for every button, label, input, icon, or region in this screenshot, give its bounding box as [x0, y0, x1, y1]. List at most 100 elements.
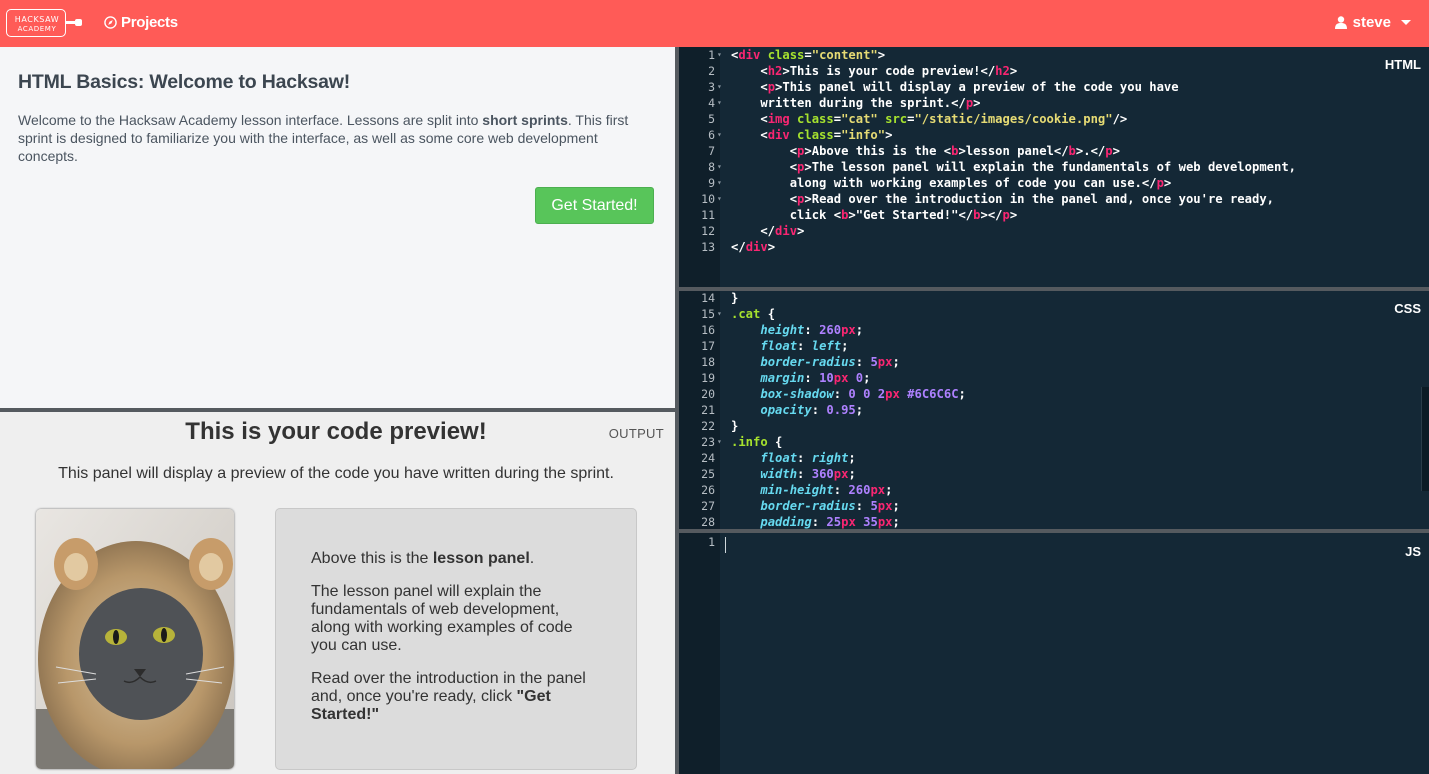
lesson-intro: Welcome to the Hacksaw Academy lesson in…: [18, 111, 638, 165]
code-text: }: [731, 419, 739, 433]
info-p1-text: Above this is the: [311, 550, 433, 567]
code-text: box-shadow: 0 0 2px #6C6C6C;: [760, 387, 966, 401]
line-number: 6: [708, 128, 715, 142]
text-cursor: [725, 537, 726, 553]
output-panel: This is your code preview! OUTPUT This p…: [0, 412, 675, 774]
css-editor-label: CSS: [1394, 301, 1421, 316]
fold-arrow-icon[interactable]: ▾: [717, 191, 722, 207]
line-number: 3: [708, 80, 715, 94]
line-number: 9: [708, 176, 715, 190]
code-text: border-radius: 5px;: [760, 355, 900, 369]
code-text: border-radius: 5px;: [760, 499, 900, 513]
fold-arrow-icon[interactable]: ▾: [717, 47, 722, 63]
logo-line1: HACKSAW: [14, 15, 60, 24]
output-label: OUTPUT: [608, 426, 664, 441]
line-number: 5: [708, 112, 715, 126]
code-text: <h2>This is your code preview!</h2>: [731, 64, 1018, 78]
projects-nav-link[interactable]: Projects: [104, 14, 178, 31]
line-number: 25: [701, 467, 715, 481]
compass-icon: [104, 16, 117, 29]
line-number: 11: [701, 208, 715, 222]
line-number: 27: [701, 499, 715, 513]
code-text: <p>The lesson panel will explain the fun…: [731, 160, 1297, 174]
html-editor[interactable]: 1 ▾ <div class="content"> 2 <h2>This is you…: [679, 47, 1429, 287]
lesson-intro-bold: short sprints: [482, 112, 568, 128]
code-text: margin: 10px 0;: [760, 371, 871, 385]
line-number: 8: [708, 160, 715, 174]
line-number: 15: [701, 307, 715, 321]
code-text: <img class="cat" src="/static/images/coo…: [731, 112, 1128, 126]
code-text: }: [731, 291, 739, 305]
code-text: along with working examples of code you …: [731, 176, 1172, 190]
code-text: width: 360px;: [760, 467, 856, 481]
preview-heading: This is your code preview!: [185, 418, 487, 445]
fold-arrow-icon[interactable]: ▾: [717, 95, 722, 111]
cat-photo-illustration: [36, 509, 234, 769]
line-number: 4: [708, 96, 715, 110]
line-number: 16: [701, 323, 715, 337]
line-number: 24: [701, 451, 715, 465]
line-number: 1: [708, 48, 715, 62]
html-editor-label: HTML: [1384, 57, 1421, 72]
user-menu-dropdown[interactable]: steve: [1334, 14, 1411, 31]
code-text: .info {: [731, 435, 783, 449]
code-text: <div class="info">: [731, 128, 893, 142]
code-text: height: 260px;: [760, 323, 864, 337]
info-paragraph-2: The lesson panel will explain the fundam…: [311, 583, 573, 654]
code-text: written during the sprint.</p>: [731, 96, 981, 110]
fold-arrow-icon[interactable]: ▾: [717, 175, 722, 191]
line-number: 21: [701, 403, 715, 417]
line-number: 13: [701, 240, 715, 254]
info-paragraph-1: Above this is the lesson panel.: [311, 550, 596, 568]
line-number: 19: [701, 371, 715, 385]
user-name: steve: [1352, 14, 1391, 31]
code-text: float: right;: [760, 451, 856, 465]
code-text: <div class="content">: [731, 48, 886, 62]
info-box: Above this is the lesson panel. The less…: [275, 508, 637, 770]
info-p1-bold: lesson panel: [432, 550, 530, 567]
code-text: </div>: [731, 240, 776, 254]
line-number: 23: [701, 435, 715, 449]
info-p1-end: .: [529, 550, 535, 567]
line-number: 10: [701, 192, 715, 206]
info-paragraph-3: Read over the introduction in the panel …: [311, 670, 596, 724]
projects-label: Projects: [121, 14, 178, 31]
fold-arrow-icon[interactable]: ▾: [717, 127, 722, 143]
line-number: 12: [701, 224, 715, 238]
line-number: 28: [701, 515, 715, 529]
code-text: opacity: 0.95;: [760, 403, 864, 417]
css-editor-scrollbar[interactable]: [1421, 387, 1429, 491]
js-editor-label: JS: [1405, 544, 1421, 559]
line-number: 14: [701, 291, 715, 305]
code-text: <p>Read over the introduction in the pan…: [731, 192, 1274, 206]
lesson-title: HTML Basics: Welcome to Hacksaw!: [18, 71, 351, 93]
line-number: 22: [701, 419, 715, 433]
lesson-intro-text: Welcome to the Hacksaw Academy lesson in…: [18, 112, 483, 128]
code-text: <p>This panel will display a preview of …: [731, 80, 1179, 94]
caret-down-icon: [1401, 20, 1411, 25]
logo-knob: [75, 19, 82, 26]
code-text: padding: 25px 35px;: [760, 515, 900, 529]
line-number: 20: [701, 387, 715, 401]
fold-arrow-icon[interactable]: ▾: [717, 434, 722, 450]
js-editor-gutter: [679, 533, 720, 774]
code-text: min-height: 260px;: [760, 483, 893, 497]
line-number: 17: [701, 339, 715, 353]
logo-line2: ACADEMY: [17, 25, 57, 33]
code-text: .cat {: [731, 307, 776, 321]
user-icon: [1334, 16, 1347, 29]
lesson-panel: HTML Basics: Welcome to Hacksaw! Welcome…: [0, 47, 675, 408]
fold-arrow-icon[interactable]: ▾: [717, 79, 722, 95]
code-text: click <b>"Get Started!"</b></p>: [731, 208, 1018, 222]
top-navbar: HACKSAW ACADEMY Projects steve: [0, 0, 1429, 47]
css-editor[interactable]: 14} 15 ▾ .cat {16 height: 260px; 17 float: l…: [679, 291, 1429, 529]
fold-arrow-icon[interactable]: ▾: [717, 306, 722, 322]
line-number: 7: [708, 144, 715, 158]
code-text: float: left;: [760, 339, 849, 353]
js-editor[interactable]: 1 JS: [679, 533, 1429, 774]
hacksaw-academy-logo[interactable]: HACKSAW ACADEMY: [6, 9, 82, 37]
line-number: 18: [701, 355, 715, 369]
line-number: 1: [708, 535, 715, 549]
fold-arrow-icon[interactable]: ▾: [717, 159, 722, 175]
get-started-button[interactable]: Get Started!: [535, 187, 654, 224]
